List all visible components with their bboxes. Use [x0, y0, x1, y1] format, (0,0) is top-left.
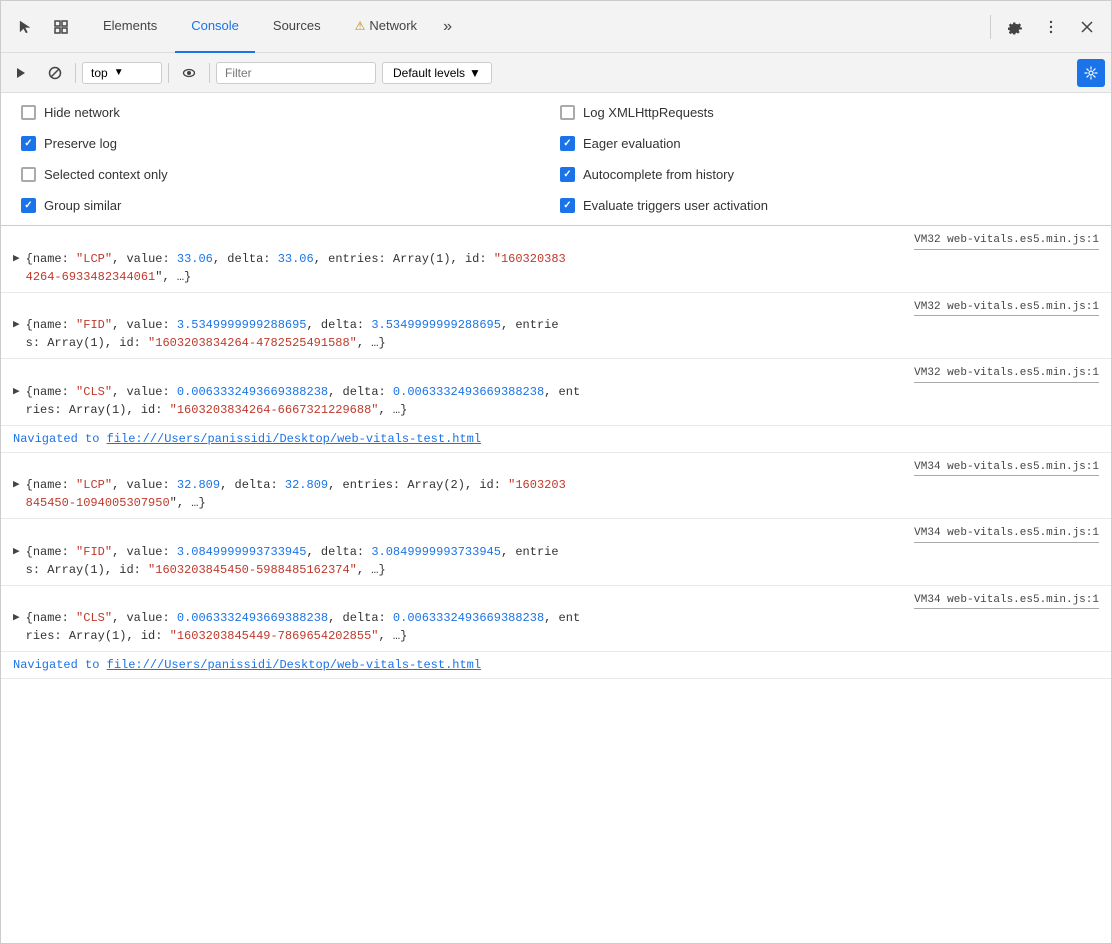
warning-icon: ⚠ [355, 19, 366, 33]
checkbox-eval-triggers[interactable] [560, 198, 575, 213]
navigate-link[interactable]: file:///Users/panissidi/Desktop/web-vita… [107, 432, 481, 446]
console-entry-entry1: VM32 web-vitals.es5.min.js:1 ▶ {name: "LCP… [1, 226, 1111, 293]
console-entry-entry5: VM34 web-vitals.es5.min.js:1 ▶ {name: "FID… [1, 519, 1111, 586]
expand-arrow-icon[interactable]: ▶ [13, 477, 20, 494]
entry-body: ▶ {name: "LCP", value: 32.809, delta: 32.… [1, 476, 1111, 514]
file-link[interactable]: VM32 web-vitals.es5.min.js:1 [914, 365, 1099, 383]
label-selected-context: Selected context only [44, 167, 168, 182]
layers-icon[interactable] [45, 11, 77, 43]
settings-hide-network[interactable]: Hide network [17, 99, 556, 126]
file-link[interactable]: VM34 web-vitals.es5.min.js:1 [914, 592, 1099, 610]
entry-file-header: VM32 web-vitals.es5.min.js:1 [1, 230, 1111, 250]
file-link[interactable]: VM34 web-vitals.es5.min.js:1 [914, 525, 1099, 543]
tab-network[interactable]: ⚠ Network [339, 1, 433, 53]
devtools-actions [986, 11, 1103, 43]
file-link[interactable]: VM32 web-vitals.es5.min.js:1 [914, 299, 1099, 317]
checkbox-hide-network[interactable] [21, 105, 36, 120]
settings-log-xmlhttp[interactable]: Log XMLHttpRequests [556, 99, 1095, 126]
console-entry-entry6: VM34 web-vitals.es5.min.js:1 ▶ {name: "CLS… [1, 586, 1111, 653]
context-value: top [91, 66, 108, 80]
entry-text: {name: "LCP", value: 33.06, delta: 33.06… [26, 250, 1099, 286]
console-entry-entry3: VM32 web-vitals.es5.min.js:1 ▶ {name: "CLS… [1, 359, 1111, 426]
close-button[interactable] [1071, 11, 1103, 43]
entry-text: {name: "CLS", value: 0.00633324936693882… [26, 383, 1099, 419]
file-link[interactable]: VM34 web-vitals.es5.min.js:1 [914, 459, 1099, 477]
console-entry-entry4: VM34 web-vitals.es5.min.js:1 ▶ {name: "LCP… [1, 453, 1111, 520]
toolbar-divider-3 [209, 63, 210, 83]
settings-selected-context[interactable]: Selected context only [17, 161, 556, 188]
label-hide-network: Hide network [44, 105, 120, 120]
entry-body: ▶ {name: "LCP", value: 33.06, delta: 33.0… [1, 250, 1111, 288]
console-output: VM32 web-vitals.es5.min.js:1 ▶ {name: "LCP… [1, 226, 1111, 679]
label-group-similar: Group similar [44, 198, 121, 213]
devtools-icons [9, 11, 77, 43]
filter-input[interactable] [216, 62, 376, 84]
play-button[interactable] [7, 59, 35, 87]
checkbox-log-xmlhttp[interactable] [560, 105, 575, 120]
settings-eager-eval[interactable]: Eager evaluation [556, 130, 1095, 157]
entry-text: {name: "LCP", value: 32.809, delta: 32.8… [26, 476, 1099, 512]
entry-body: ▶ {name: "CLS", value: 0.0063332493669388… [1, 383, 1111, 421]
context-arrow: ▼ [114, 67, 124, 78]
label-preserve-log: Preserve log [44, 136, 117, 151]
label-log-xmlhttp: Log XMLHttpRequests [583, 105, 714, 120]
entry-file-header: VM34 web-vitals.es5.min.js:1 [1, 590, 1111, 610]
toolbar-divider-2 [168, 63, 169, 83]
label-eval-triggers: Evaluate triggers user activation [583, 198, 768, 213]
tab-bar: Elements Console Sources ⚠ Network » [1, 1, 1111, 53]
eye-icon[interactable] [175, 59, 203, 87]
entry-file-header: VM34 web-vitals.es5.min.js:1 [1, 523, 1111, 543]
entry-text: {name: "FID", value: 3.5349999999288695,… [26, 316, 1099, 352]
label-eager-eval: Eager evaluation [583, 136, 681, 151]
file-link[interactable]: VM32 web-vitals.es5.min.js:1 [914, 232, 1099, 250]
divider [990, 15, 991, 39]
checkbox-eager-eval[interactable] [560, 136, 575, 151]
block-icon[interactable] [41, 59, 69, 87]
entry-text: {name: "FID", value: 3.0849999993733945,… [26, 543, 1099, 579]
gear-settings-icon[interactable] [1077, 59, 1105, 87]
context-selector[interactable]: top ▼ [82, 62, 162, 84]
navigate-text: Navigated to [13, 658, 107, 672]
label-autocomplete-history: Autocomplete from history [583, 167, 734, 182]
settings-preserve-log[interactable]: Preserve log [17, 130, 556, 157]
navigate-link[interactable]: file:///Users/panissidi/Desktop/web-vita… [107, 658, 481, 672]
navigate-text: Navigated to [13, 432, 107, 446]
levels-button[interactable]: Default levels ▼ [382, 62, 492, 84]
settings-group-similar[interactable]: Group similar [17, 192, 556, 219]
entry-file-header: VM34 web-vitals.es5.min.js:1 [1, 457, 1111, 477]
entry-body: ▶ {name: "FID", value: 3.5349999999288695… [1, 316, 1111, 354]
checkbox-group-similar[interactable] [21, 198, 36, 213]
settings-panel: Hide network Log XMLHttpRequests Preserve … [1, 93, 1111, 226]
cursor-icon[interactable] [9, 11, 41, 43]
entry-text: {name: "CLS", value: 0.00633324936693882… [26, 609, 1099, 645]
entry-body: ▶ {name: "FID", value: 3.0849999993733945… [1, 543, 1111, 581]
settings-eval-triggers[interactable]: Evaluate triggers user activation [556, 192, 1095, 219]
checkbox-autocomplete-history[interactable] [560, 167, 575, 182]
console-toolbar: top ▼ Default levels ▼ [1, 53, 1111, 93]
expand-arrow-icon[interactable]: ▶ [13, 544, 20, 561]
checkbox-selected-context[interactable] [21, 167, 36, 182]
settings-button[interactable] [999, 11, 1031, 43]
entry-file-header: VM32 web-vitals.es5.min.js:1 [1, 363, 1111, 383]
expand-arrow-icon[interactable]: ▶ [13, 384, 20, 401]
entry-body: ▶ {name: "CLS", value: 0.0063332493669388… [1, 609, 1111, 647]
expand-arrow-icon[interactable]: ▶ [13, 317, 20, 334]
more-options-button[interactable] [1035, 11, 1067, 43]
tab-elements[interactable]: Elements [87, 1, 173, 53]
more-tabs-button[interactable]: » [435, 18, 460, 36]
toolbar-divider-1 [75, 63, 76, 83]
navigate-entry-nav1: Navigated to file:///Users/panissidi/Des… [1, 426, 1111, 453]
settings-autocomplete-history[interactable]: Autocomplete from history [556, 161, 1095, 188]
console-entry-entry2: VM32 web-vitals.es5.min.js:1 ▶ {name: "FID… [1, 293, 1111, 360]
tab-sources[interactable]: Sources [257, 1, 337, 53]
levels-arrow: ▼ [469, 66, 481, 80]
entry-file-header: VM32 web-vitals.es5.min.js:1 [1, 297, 1111, 317]
tab-console[interactable]: Console [175, 1, 255, 53]
expand-arrow-icon[interactable]: ▶ [13, 251, 20, 268]
navigate-entry-nav2: Navigated to file:///Users/panissidi/Des… [1, 652, 1111, 679]
checkbox-preserve-log[interactable] [21, 136, 36, 151]
expand-arrow-icon[interactable]: ▶ [13, 610, 20, 627]
